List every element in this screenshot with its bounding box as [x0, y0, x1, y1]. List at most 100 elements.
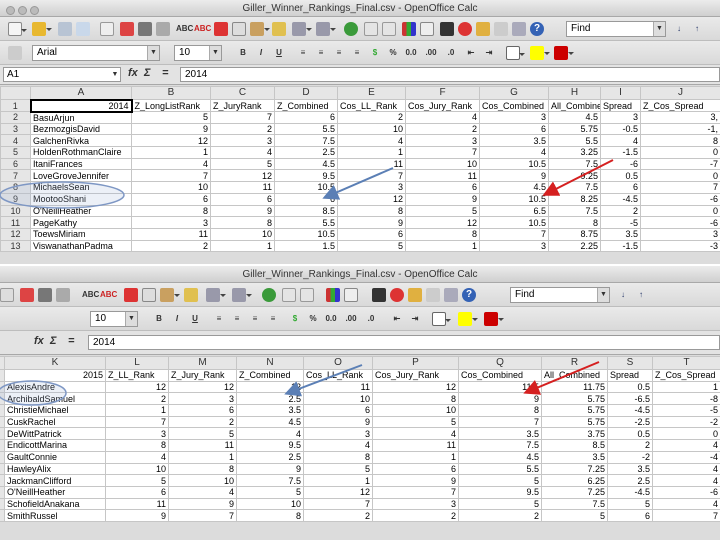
help-icon[interactable]: ? — [462, 288, 476, 302]
table-cell[interactable]: -1, — [640, 122, 720, 136]
table-cell[interactable]: -4.5 — [607, 485, 653, 499]
currency-icon[interactable]: $ — [368, 46, 382, 60]
table-cell[interactable]: 4 — [652, 439, 720, 452]
pivot-table-icon[interactable] — [344, 288, 358, 302]
table-cell[interactable]: Z_Jury_Rank — [168, 369, 237, 382]
table-cell[interactable]: 8 — [105, 439, 169, 452]
align-right-icon[interactable]: ≡ — [248, 312, 262, 326]
table-cell[interactable]: 4 — [105, 450, 169, 464]
table-cell[interactable]: 12 — [337, 192, 406, 206]
bold-icon[interactable]: B — [152, 312, 166, 326]
table-cell[interactable]: 8 — [236, 509, 304, 522]
save-icon[interactable] — [58, 22, 72, 36]
decrease-indent-icon[interactable]: ⇤ — [390, 312, 404, 326]
percent-icon[interactable]: % — [306, 312, 320, 326]
find-up-icon[interactable]: ↑ — [690, 22, 704, 36]
table-cell[interactable]: Z_Cos_Spread — [640, 99, 720, 112]
font-size-box[interactable]: 10 ▼ — [90, 311, 138, 327]
table-cell[interactable]: 4.5 — [458, 450, 542, 464]
table-cell[interactable]: 7.25 — [541, 485, 608, 499]
table-cell[interactable]: 3.25 — [548, 146, 601, 159]
table-cell[interactable]: 6.25 — [541, 474, 608, 487]
table-cell[interactable]: -6 — [652, 485, 720, 499]
font-color-icon[interactable] — [554, 46, 574, 60]
table-cell[interactable]: ChristieMichael — [4, 404, 106, 417]
table-cell[interactable]: 3 — [405, 134, 480, 148]
table-cell[interactable]: 3.5 — [541, 450, 608, 464]
table-cell[interactable]: 5 — [458, 497, 542, 511]
table-cell[interactable]: 5 — [105, 474, 169, 487]
find-icon[interactable] — [372, 288, 386, 302]
table-cell[interactable]: 11 — [405, 169, 480, 183]
table-cell[interactable]: -2 — [652, 415, 720, 429]
sort-descending-icon[interactable] — [300, 288, 314, 302]
table-cell[interactable]: 1 — [210, 239, 275, 253]
table-cell[interactable]: Spread — [607, 369, 653, 382]
gallery-icon[interactable] — [476, 22, 490, 36]
column-header[interactable]: D — [274, 86, 338, 100]
table-cell[interactable]: 12 — [236, 380, 304, 394]
table-cell[interactable]: 7 — [652, 509, 720, 522]
sort-ascending-icon[interactable] — [364, 22, 378, 36]
find-down-icon[interactable]: ↓ — [672, 22, 686, 36]
table-cell[interactable]: -4.5 — [607, 404, 653, 417]
table-cell[interactable]: 7 — [303, 497, 373, 511]
table-cell[interactable]: 10 — [168, 474, 237, 487]
table-cell[interactable]: 9 — [405, 192, 480, 206]
table-cell[interactable]: 6 — [274, 111, 338, 124]
table-cell[interactable]: 3 — [105, 427, 169, 441]
find-down-icon[interactable]: ↓ — [616, 288, 630, 302]
table-cell[interactable]: O'NeillHeather — [30, 204, 132, 218]
table-cell[interactable]: Cos_Jury_Rank — [405, 99, 480, 112]
table-cell[interactable]: 5 — [372, 415, 459, 429]
table-cell[interactable]: 6 — [607, 509, 653, 522]
table-cell[interactable]: PageKathy — [30, 216, 132, 229]
table-cell[interactable]: 9 — [303, 415, 373, 429]
function-wizard-icon[interactable]: fx — [34, 335, 44, 347]
increase-indent-icon[interactable]: ⇥ — [482, 46, 496, 60]
table-cell[interactable]: 12 — [210, 169, 275, 183]
table-cell[interactable]: Z_LL_Rank — [105, 369, 169, 382]
borders-icon[interactable] — [432, 312, 451, 326]
paste-icon[interactable] — [160, 288, 180, 302]
table-cell[interactable]: 10 — [131, 181, 211, 194]
table-cell[interactable]: 5.75 — [548, 122, 601, 136]
table-cell[interactable]: 8 — [405, 227, 480, 241]
table-cell[interactable]: 3, — [640, 111, 720, 124]
table-cell[interactable]: 9 — [168, 497, 237, 511]
table-cell[interactable]: -3 — [640, 239, 720, 253]
background-color-icon[interactable] — [458, 312, 478, 326]
table-cell[interactable]: 3 — [168, 392, 237, 406]
name-box[interactable]: A1 ▼ — [3, 67, 121, 82]
formula-input[interactable]: 2014 — [180, 67, 720, 82]
table-cell[interactable]: 9 — [105, 509, 169, 522]
table-cell[interactable]: 7 — [105, 415, 169, 429]
delete-decimal-icon[interactable]: .0 — [444, 46, 458, 60]
table-cell[interactable]: ToewsMiriam — [30, 227, 132, 241]
table-cell[interactable]: 2 — [303, 509, 373, 522]
row-header[interactable]: 7 — [0, 169, 31, 183]
font-size-box[interactable]: 10 ▼ — [174, 45, 222, 61]
table-cell[interactable]: 10.5 — [274, 181, 338, 194]
row-header[interactable]: 3 — [0, 122, 31, 136]
table-cell[interactable]: 5 — [210, 157, 275, 171]
table-cell[interactable]: 3.5 — [607, 462, 653, 476]
table-cell[interactable]: DeWittPatrick — [4, 427, 106, 441]
table-cell[interactable]: Cos_LL_Rank — [303, 369, 373, 382]
increase-indent-icon[interactable]: ⇥ — [408, 312, 422, 326]
table-cell[interactable]: 9 — [131, 122, 211, 136]
table-cell[interactable]: 6 — [168, 404, 237, 417]
table-cell[interactable]: 4 — [210, 146, 275, 159]
table-cell[interactable]: 6 — [303, 404, 373, 417]
spellcheck-icon[interactable]: ABC — [176, 22, 193, 36]
table-cell[interactable]: 6 — [372, 462, 459, 476]
table-cell[interactable]: 5 — [607, 497, 653, 511]
table-cell[interactable]: 7 — [210, 111, 275, 124]
table-cell[interactable]: GaultConnie — [4, 450, 106, 464]
chevron-down-icon[interactable]: ▼ — [125, 312, 137, 326]
navigator-icon[interactable] — [390, 288, 404, 302]
column-header[interactable]: O — [303, 356, 373, 370]
table-cell[interactable]: 6 — [105, 485, 169, 499]
styles-icon[interactable] — [8, 46, 22, 60]
table-cell[interactable]: 7 — [131, 169, 211, 183]
